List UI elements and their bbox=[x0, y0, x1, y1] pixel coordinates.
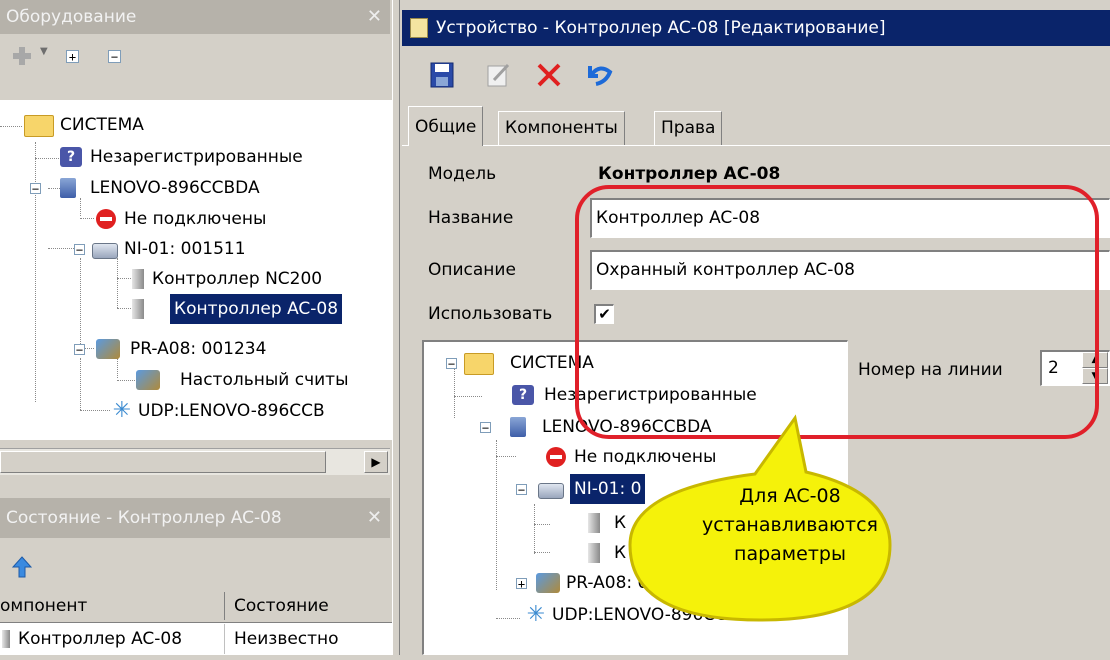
refresh-up-icon[interactable] bbox=[11, 556, 33, 578]
scrollbar-thumb[interactable] bbox=[0, 451, 326, 473]
chevron-down-icon[interactable]: ▼ bbox=[40, 46, 48, 57]
save-icon[interactable] bbox=[430, 62, 454, 88]
tab-rights[interactable]: Права bbox=[654, 111, 723, 145]
question-icon: ? bbox=[512, 385, 534, 405]
reader-icon bbox=[136, 370, 160, 390]
equipment-toolbar: ▼ + − bbox=[0, 40, 390, 80]
controller-icon bbox=[588, 543, 600, 563]
tab-components[interactable]: Компоненты bbox=[498, 111, 625, 145]
controller-icon bbox=[132, 269, 144, 289]
expand-icon[interactable]: + bbox=[516, 578, 527, 590]
status-table: омпонент Состояние Контроллер AC-08 Неиз… bbox=[0, 590, 392, 655]
reader-icon bbox=[536, 573, 560, 593]
model-value: Контроллер AC-08 bbox=[598, 164, 781, 184]
model-label: Модель bbox=[428, 164, 497, 184]
question-icon: ? bbox=[60, 147, 82, 167]
collapse-icon[interactable]: − bbox=[30, 183, 41, 195]
controller-icon bbox=[588, 513, 600, 533]
controller-icon bbox=[132, 299, 144, 319]
tree-item-system[interactable]: СИСТЕМА bbox=[0, 110, 380, 140]
controller-icon bbox=[2, 630, 10, 648]
close-icon[interactable]: ✕ bbox=[367, 498, 382, 538]
add-icon[interactable] bbox=[12, 46, 32, 66]
splitter[interactable] bbox=[392, 0, 400, 655]
device-window-titlebar: Устройство - Контроллер AC-08 [Редактиро… bbox=[402, 10, 1110, 46]
tree-item-not-connected[interactable]: Не подключены bbox=[0, 204, 380, 234]
tree-item-ctrl-ac08[interactable]: Контроллер AC-08 bbox=[0, 294, 386, 324]
use-label: Использовать bbox=[428, 304, 553, 324]
document-icon bbox=[410, 18, 428, 38]
device-window-title: Устройство - Контроллер AC-08 [Редактиро… bbox=[436, 18, 886, 38]
table-header: омпонент Состояние bbox=[0, 590, 392, 623]
equipment-panel-titlebar: Оборудование ✕ bbox=[0, 0, 390, 34]
network-icon: ✳ bbox=[112, 398, 132, 423]
close-icon[interactable]: ✕ bbox=[367, 0, 382, 34]
collapse-icon[interactable]: − bbox=[516, 484, 527, 496]
collapse-all-button[interactable]: − bbox=[108, 50, 121, 63]
collapse-icon[interactable]: − bbox=[74, 344, 85, 356]
column-header[interactable]: Состояние bbox=[234, 596, 329, 616]
collapse-icon[interactable]: − bbox=[74, 244, 85, 256]
horizontal-scrollbar[interactable]: ▶ bbox=[0, 448, 390, 475]
equipment-tree: СИСТЕМА ? Незарегистрированные − LENOVO-… bbox=[0, 100, 392, 440]
server-icon bbox=[510, 417, 526, 437]
expand-all-button[interactable]: + bbox=[66, 50, 79, 63]
drive-icon bbox=[92, 243, 118, 259]
tree-item-ni[interactable]: − NI-01: 001511 bbox=[0, 234, 380, 264]
folder-icon bbox=[464, 353, 494, 375]
callout-text: Для AC-08 устанавливаются параметры bbox=[702, 485, 878, 565]
no-entry-icon bbox=[96, 209, 116, 229]
tab-general[interactable]: Общие bbox=[408, 106, 484, 146]
reader-icon bbox=[96, 339, 120, 359]
scroll-right-button[interactable]: ▶ bbox=[364, 451, 388, 473]
delete-icon[interactable] bbox=[536, 61, 562, 89]
tree-item-host[interactable]: − LENOVO-896CCBDA bbox=[0, 173, 380, 203]
tree-item-desk-reader[interactable]: Настольный считы bbox=[0, 365, 380, 395]
collapse-icon[interactable]: − bbox=[480, 422, 491, 434]
drive-icon bbox=[538, 483, 564, 499]
device-toolbar bbox=[402, 56, 1110, 96]
equipment-panel-title: Оборудование bbox=[6, 7, 137, 27]
name-label: Название bbox=[428, 208, 514, 228]
edit-icon[interactable] bbox=[486, 62, 510, 88]
tree-item-pr[interactable]: − PR-A08: 001234 bbox=[0, 334, 380, 364]
collapse-icon[interactable]: − bbox=[446, 358, 457, 370]
status-panel-titlebar: Состояние - Контроллер AC-08 ✕ bbox=[0, 498, 390, 538]
tree-item-ctrl-nc200[interactable]: Контроллер NC200 bbox=[0, 264, 380, 294]
description-label: Описание bbox=[428, 260, 516, 280]
no-entry-icon bbox=[546, 447, 566, 467]
server-icon bbox=[60, 178, 76, 198]
folder-icon bbox=[24, 115, 54, 137]
column-header[interactable]: омпонент bbox=[0, 596, 220, 616]
tree-item-udp[interactable]: ✳ UDP:LENOVO-896CCB bbox=[0, 396, 380, 426]
undo-icon[interactable] bbox=[584, 60, 614, 90]
status-panel-title: Состояние - Контроллер AC-08 bbox=[6, 508, 282, 528]
tree-item-unregistered[interactable]: ? Незарегистрированные bbox=[0, 142, 380, 172]
highlight-box bbox=[575, 185, 1099, 439]
network-icon: ✳ bbox=[526, 602, 546, 627]
table-row[interactable]: Контроллер AC-08 Неизвестно bbox=[0, 624, 392, 654]
